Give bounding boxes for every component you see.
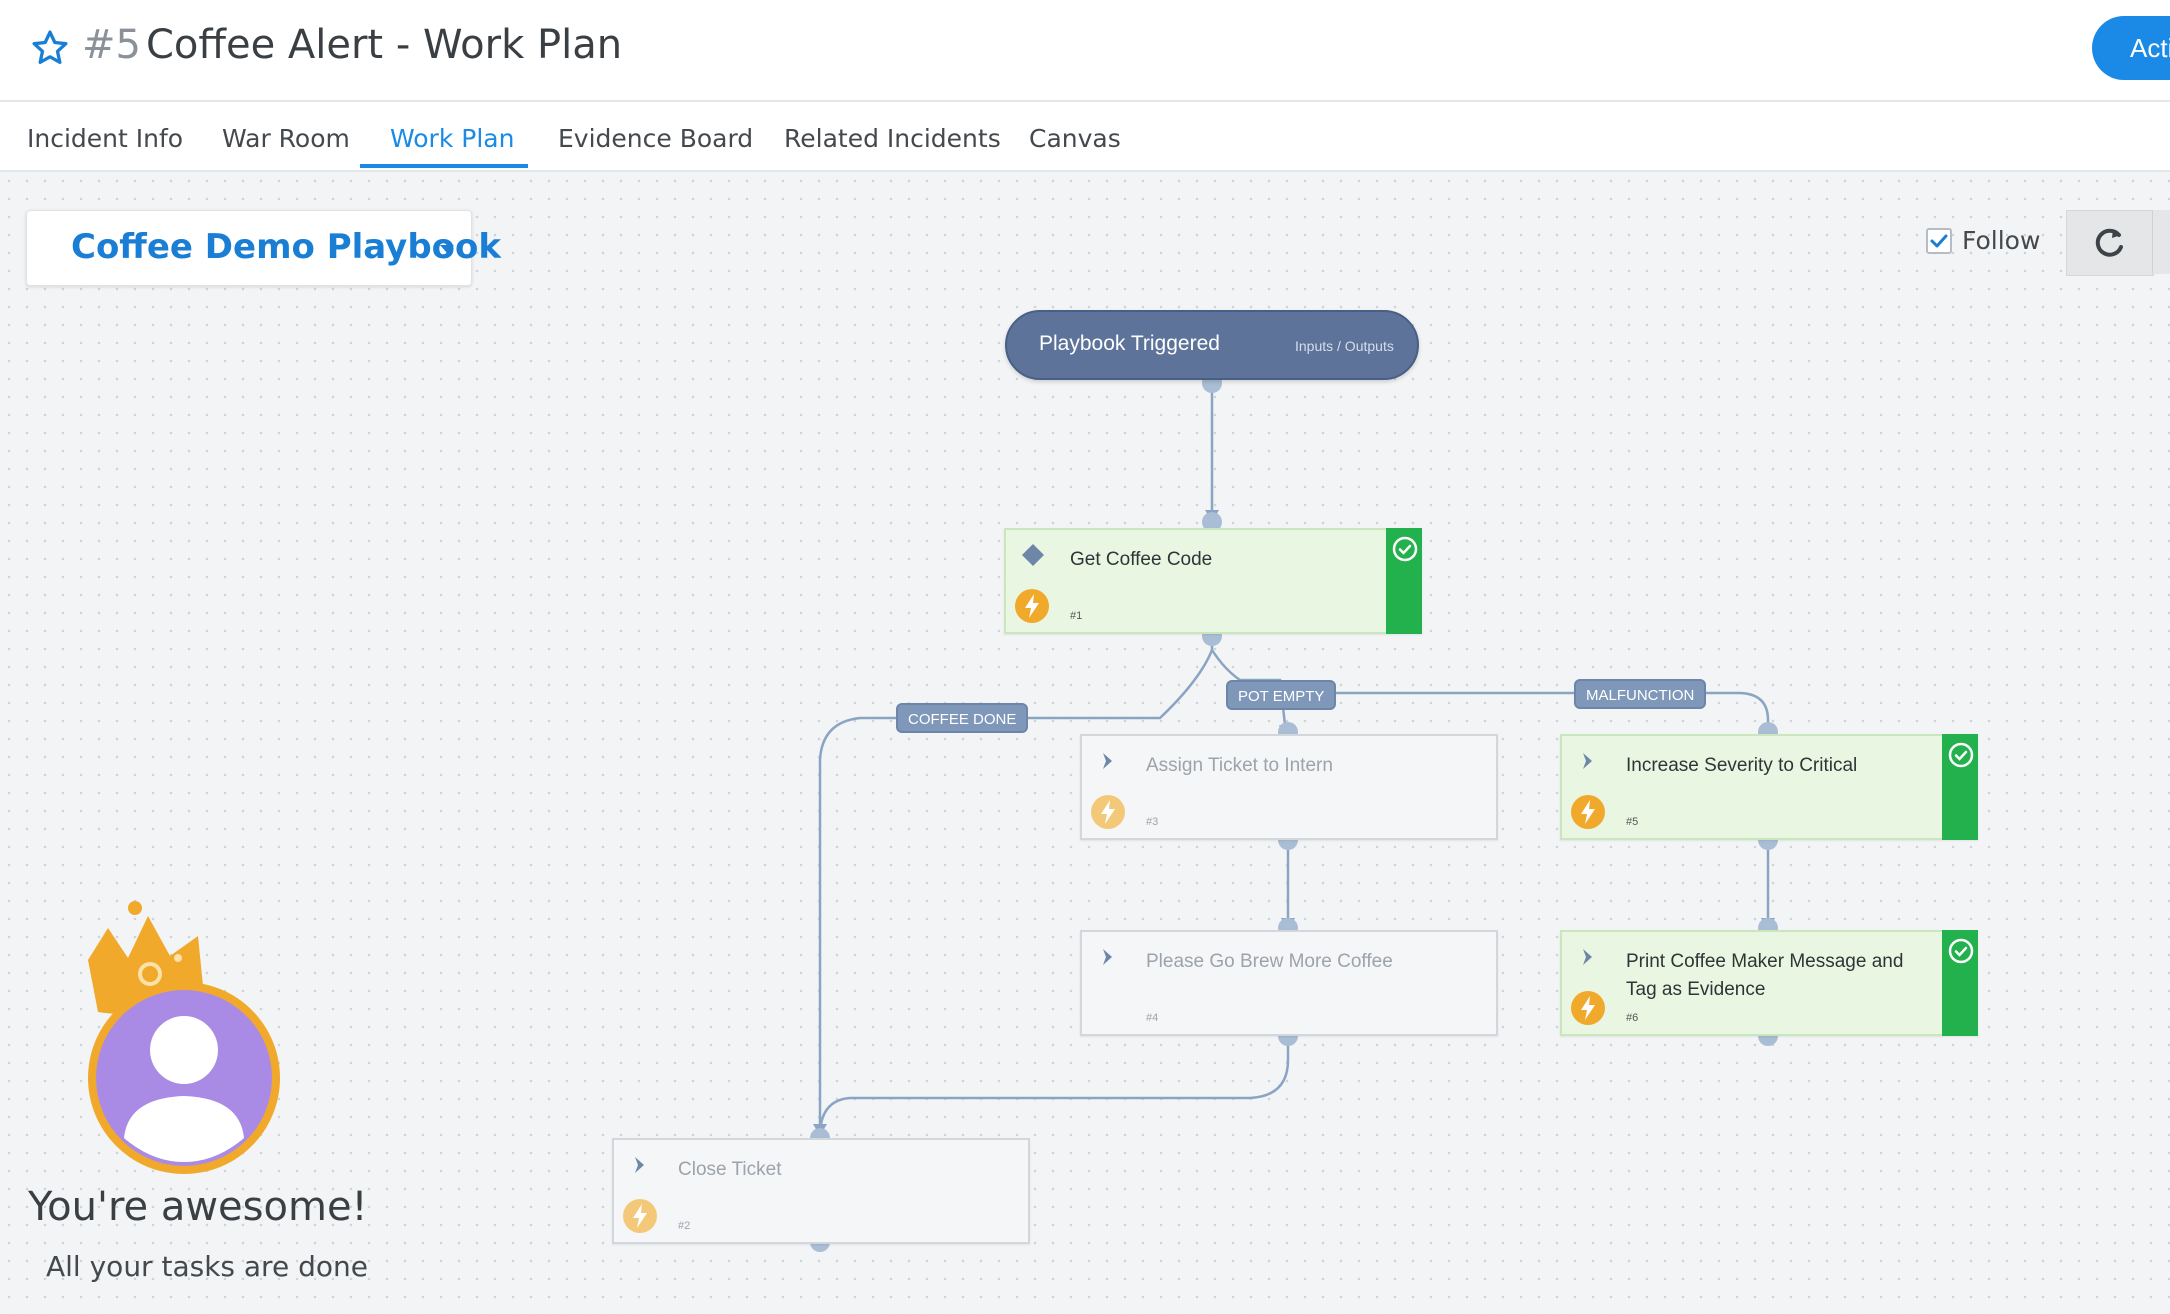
task-name: Close Ticket — [678, 1159, 782, 1180]
completed-status-bar — [1386, 528, 1422, 634]
celebration-subtitle: All your tasks are done — [46, 1250, 368, 1283]
chevron-right-icon — [1103, 949, 1112, 965]
completed-status-bar — [1942, 734, 1978, 840]
automation-bolt-icon — [1015, 589, 1049, 623]
task-number: #4 — [1146, 1012, 1159, 1024]
automation-bolt-icon — [1091, 795, 1125, 829]
task-name: Print Coffee Maker Message and Tag as Ev… — [1626, 951, 1904, 1000]
task-assign-ticket-to-intern[interactable]: Assign Ticket to Intern #3 — [1080, 734, 1498, 840]
task-name: Assign Ticket to Intern — [1146, 755, 1333, 776]
task-increase-severity[interactable]: Increase Severity to Critical #5 — [1560, 734, 1978, 840]
edge-label-malfunction: MALFUNCTION — [1574, 679, 1707, 709]
check-circle-icon — [1392, 536, 1418, 562]
edge-label-coffee-done: COFFEE DONE — [896, 703, 1029, 733]
chevron-right-icon — [635, 1157, 644, 1173]
automation-bolt-icon — [1571, 991, 1605, 1025]
inputs-outputs-link[interactable]: Inputs / Outputs — [1295, 338, 1394, 354]
task-get-coffee-code[interactable]: Get Coffee Code #1 — [1004, 528, 1422, 634]
task-name: Increase Severity to Critical — [1626, 755, 1858, 776]
celebration-title: You're awesome! — [28, 1184, 368, 1230]
task-number: #6 — [1626, 1012, 1639, 1024]
task-number: #3 — [1146, 816, 1159, 828]
chevron-right-icon — [1583, 753, 1592, 769]
chevron-right-icon — [1103, 753, 1112, 769]
task-name: Please Go Brew More Coffee — [1146, 951, 1393, 972]
task-number: #1 — [1070, 610, 1083, 622]
task-name: Get Coffee Code — [1070, 549, 1213, 570]
task-print-coffee-maker-message[interactable]: Print Coffee Maker Message and Tag as Ev… — [1560, 930, 1978, 1036]
edge-task4-to-close — [818, 1036, 1290, 1133]
task-close-ticket[interactable]: Close Ticket #2 — [612, 1138, 1030, 1244]
chevron-right-icon — [1583, 949, 1592, 965]
task-number: #2 — [678, 1220, 691, 1232]
celebration-avatar — [88, 901, 280, 1174]
completed-status-bar — [1942, 930, 1978, 1036]
edge-label-pot-empty: POT EMPTY — [1226, 680, 1337, 710]
avatar-head — [150, 1016, 218, 1084]
automation-bolt-icon — [623, 1199, 657, 1233]
condition-diamond-icon — [1022, 544, 1044, 566]
check-circle-icon — [1948, 938, 1974, 964]
check-circle-icon — [1948, 742, 1974, 768]
start-node-label: Playbook Triggered — [1039, 332, 1220, 355]
task-number: #5 — [1626, 816, 1639, 828]
task-brew-more-coffee[interactable]: Please Go Brew More Coffee #4 — [1080, 930, 1498, 1036]
playbook-start-node[interactable]: Playbook Triggered Inputs / Outputs — [1005, 310, 1419, 380]
automation-bolt-icon — [1571, 795, 1605, 829]
